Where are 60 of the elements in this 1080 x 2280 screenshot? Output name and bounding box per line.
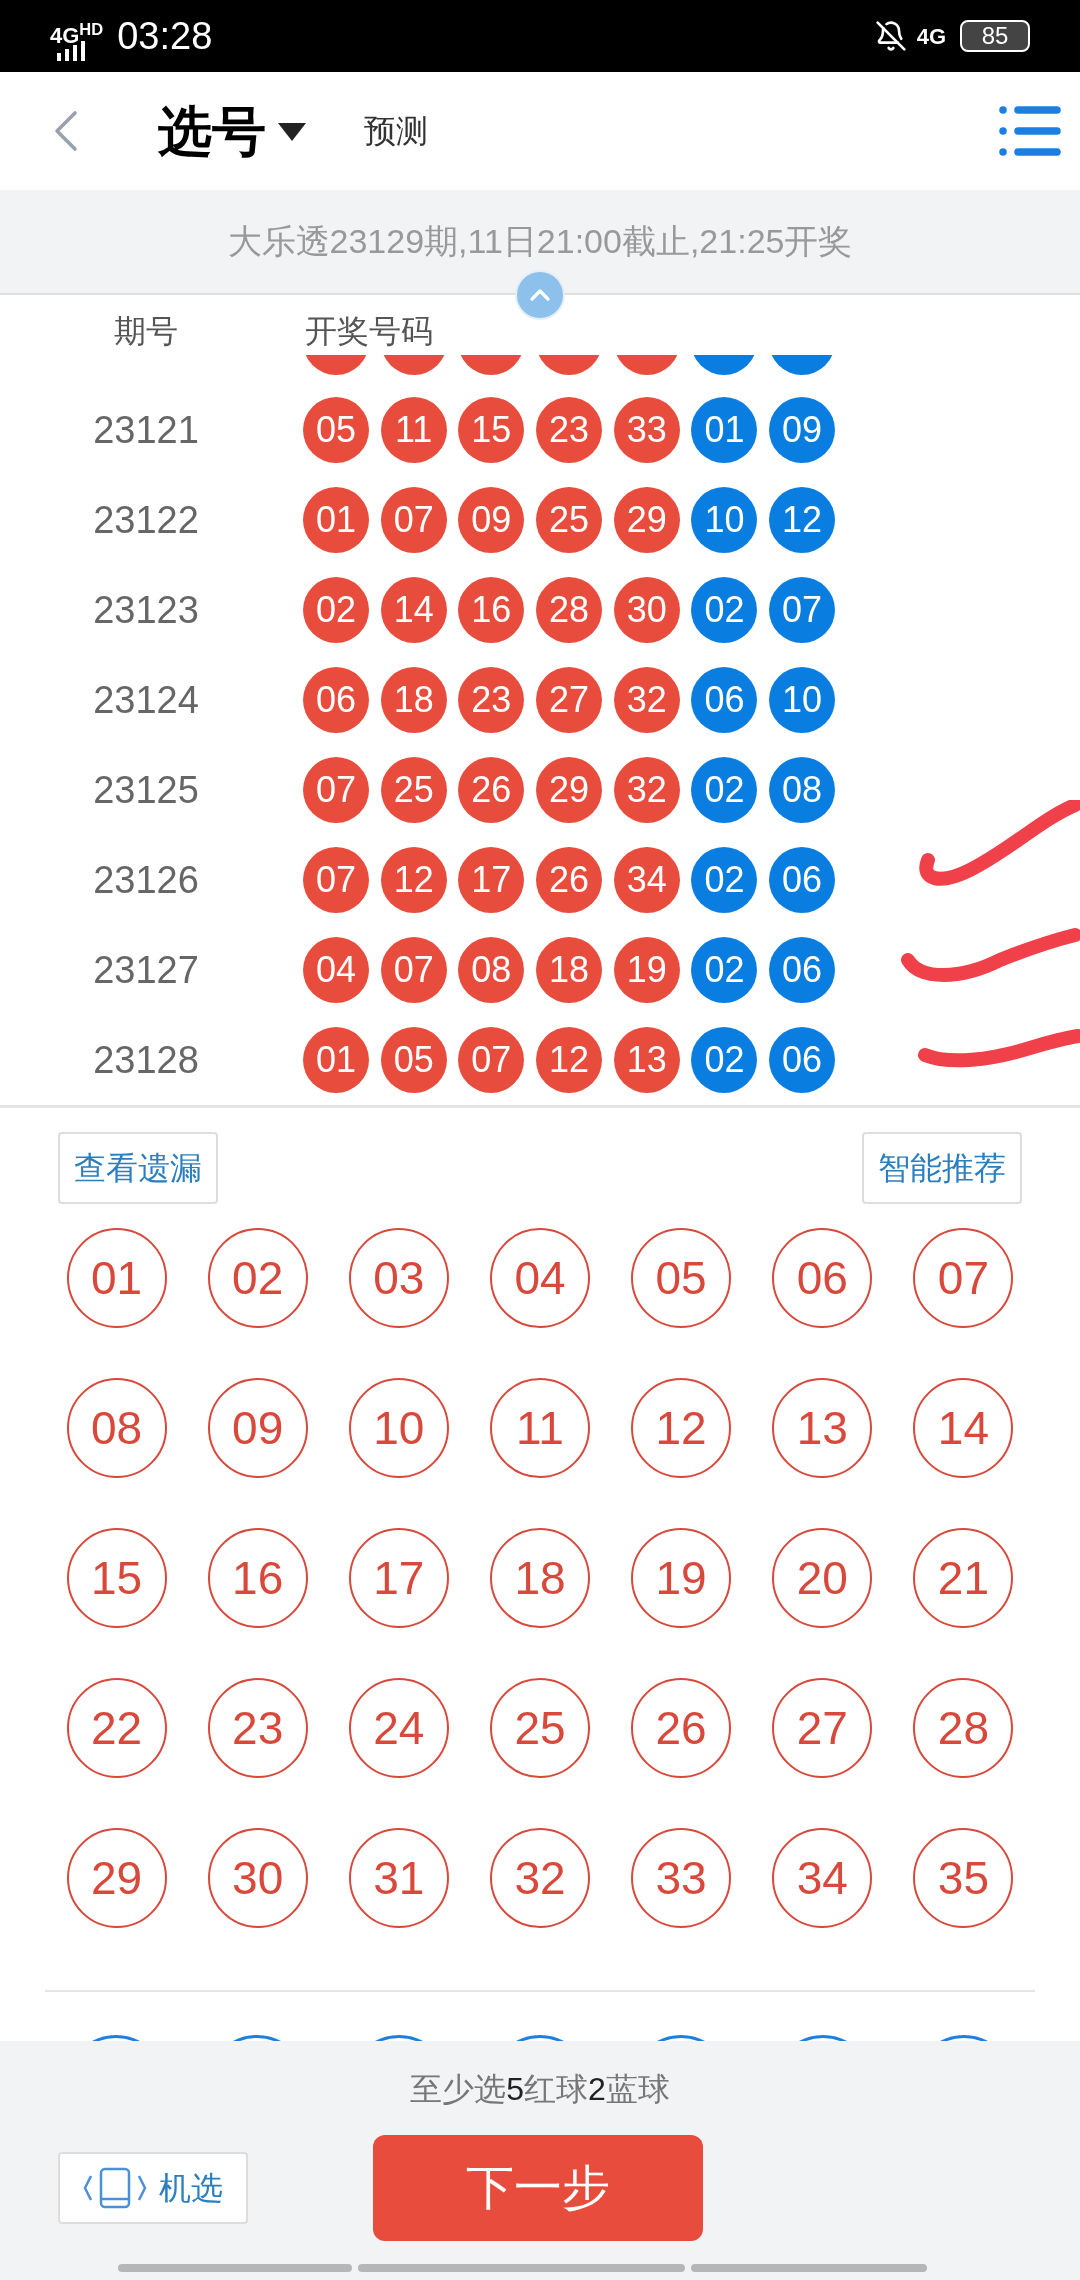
number-ball-option[interactable]: 04	[490, 1228, 590, 1328]
number-ball-option[interactable]: 01	[66, 1228, 167, 1328]
network-label: 4G$^{HD}$	[50, 25, 104, 47]
number-ball-option[interactable]: 27	[772, 1678, 873, 1778]
issue-number: 23124	[92, 677, 200, 723]
issue-number: 23125	[92, 767, 200, 813]
smart-recommend-button[interactable]: 智能推荐	[862, 1132, 1022, 1204]
number-ball-option[interactable]: 26	[631, 1678, 732, 1778]
next-step-button[interactable]: 下一步	[373, 2135, 703, 2241]
number-ball-option[interactable]: 29	[66, 1828, 167, 1928]
number-ball-option[interactable]: 10	[348, 1378, 449, 1478]
number-ball-option[interactable]: 06	[772, 1228, 873, 1328]
number-ball-option[interactable]: 24	[348, 1678, 449, 1778]
notifications-off-icon	[874, 20, 907, 52]
number-ball-option[interactable]: 13	[772, 1378, 873, 1478]
column-header: 期号	[113, 312, 179, 351]
forecast-tab[interactable]: 预测	[364, 107, 428, 155]
issue-number: 23126	[92, 857, 200, 903]
phone-icon	[83, 2166, 147, 2210]
number-ball-option[interactable]: 30	[207, 1828, 308, 1928]
number-ball-option[interactable]: 07	[913, 1228, 1014, 1328]
issue-number: 23128	[92, 1037, 200, 1083]
column-header: 开奖号码	[305, 312, 433, 351]
number-ball-option[interactable]: 17	[348, 1528, 449, 1628]
number-ball-option[interactable]: 16	[207, 1528, 308, 1628]
number-ball-option[interactable]: 31	[348, 1828, 449, 1928]
number-ball-option[interactable]: 35	[913, 1828, 1014, 1928]
number-ball-option[interactable]: 11	[490, 1378, 590, 1478]
mobile-data-label: 4G	[916, 22, 946, 51]
draw-info: 大乐透23129期,11日21:00截止,21:25开奖	[227, 221, 853, 262]
number-ball-option[interactable]: 22	[66, 1678, 167, 1778]
number-ball-option[interactable]: 02	[207, 1228, 308, 1328]
random-pick-button[interactable]: 机选	[58, 2152, 248, 2224]
number-ball-option[interactable]: 18	[490, 1528, 590, 1628]
page-title[interactable]: 选号	[158, 90, 266, 172]
number-ball-option[interactable]: 25	[490, 1678, 590, 1778]
number-ball-option[interactable]: 08	[66, 1378, 167, 1478]
number-ball-option[interactable]: 14	[913, 1378, 1014, 1478]
view-missing-button[interactable]: 查看遗漏	[58, 1132, 218, 1204]
number-ball-option[interactable]: 09	[207, 1378, 308, 1478]
clock: 03:28	[117, 13, 213, 59]
battery-indicator: 85	[960, 20, 1030, 52]
number-ball-option[interactable]: 23	[207, 1678, 308, 1778]
number-ball-option[interactable]: 15	[66, 1528, 167, 1628]
number-ball-option[interactable]: 20	[772, 1528, 873, 1628]
issue-number: 23122	[92, 497, 200, 543]
number-ball-option[interactable]: 21	[913, 1528, 1014, 1628]
number-ball-option[interactable]: 28	[913, 1678, 1014, 1778]
issue-number: 23121	[92, 407, 200, 453]
number-ball-option[interactable]: 03	[348, 1228, 449, 1328]
number-ball-option[interactable]: 34	[772, 1828, 873, 1928]
number-ball-option[interactable]: 19	[631, 1528, 732, 1628]
signal-icon	[57, 41, 88, 61]
issue-number: 23123	[92, 587, 200, 633]
number-ball-option[interactable]: 32	[490, 1828, 590, 1928]
selection-hint: 至少选5红球2蓝球	[410, 2070, 670, 2109]
issue-number: 23127	[92, 947, 200, 993]
number-ball-option[interactable]: 12	[631, 1378, 732, 1478]
number-ball-option[interactable]: 33	[631, 1828, 732, 1928]
number-ball-option[interactable]: 05	[631, 1228, 732, 1328]
